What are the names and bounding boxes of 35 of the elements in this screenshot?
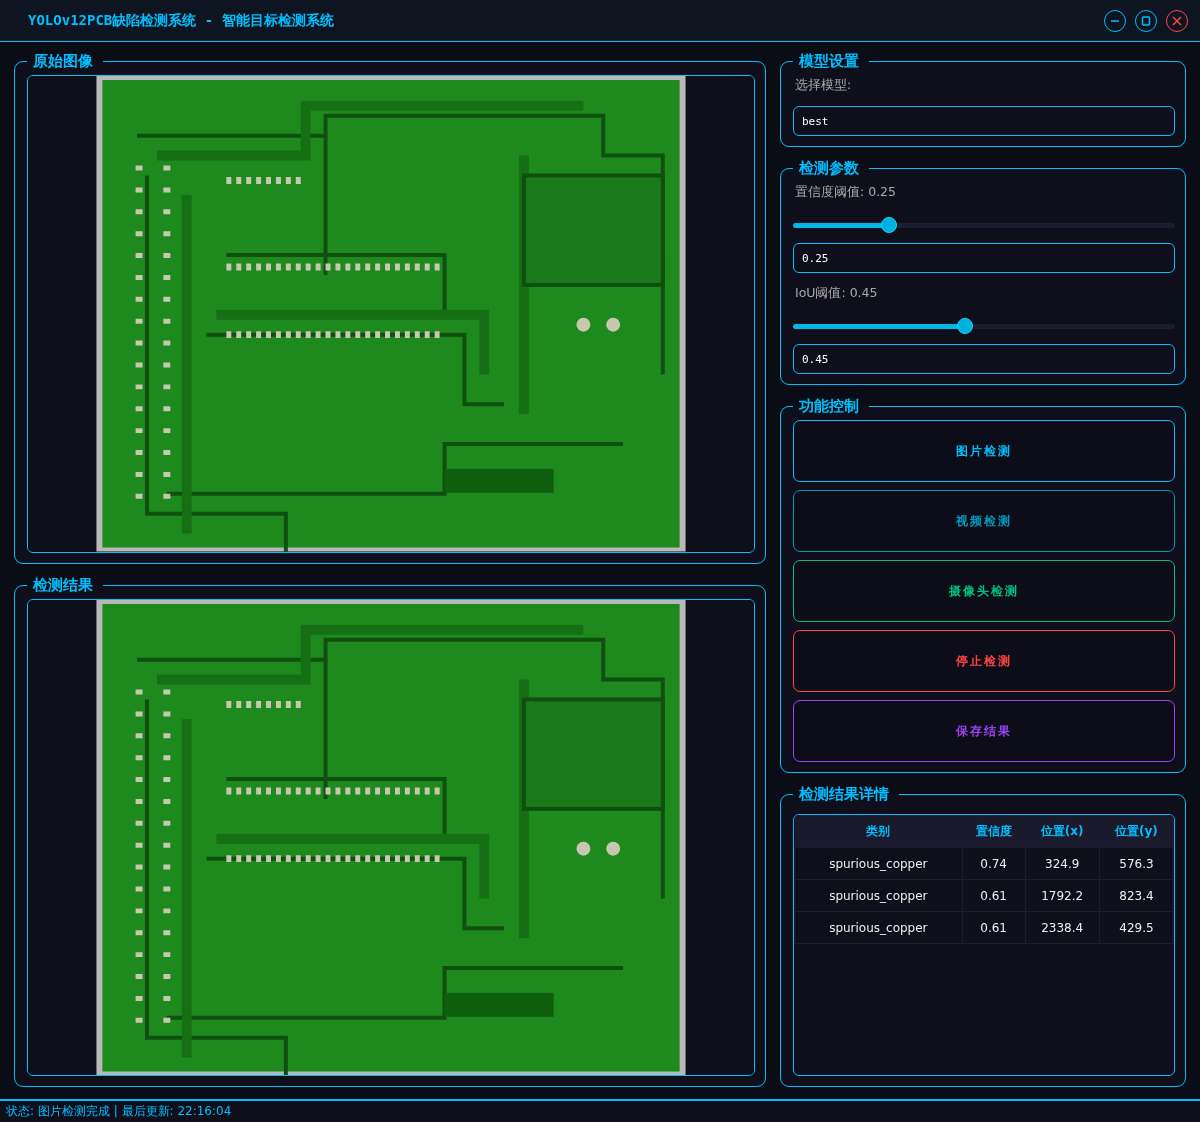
action-button[interactable]: 图片检测 xyxy=(793,420,1175,482)
table-cell: 0.74 xyxy=(962,847,1025,880)
panel-title: 模型设置 xyxy=(797,52,860,71)
column-header[interactable]: 位置(x) xyxy=(1025,815,1100,848)
value-field[interactable]: 0.25 xyxy=(793,243,1175,273)
table-cell: 0.61 xyxy=(962,911,1025,944)
column-header[interactable]: 位置(y) xyxy=(1099,815,1174,848)
status-bar: 状态: 图片检测完成 | 最后更新: 22:16:04 xyxy=(0,1099,1200,1122)
table-cell: spurious_copper xyxy=(794,847,963,880)
panel-title: 检测参数 xyxy=(797,159,860,178)
field-label: 选择模型: xyxy=(795,77,853,94)
table-cell: 823.4 xyxy=(1099,879,1174,912)
table-cell: spurious_copper xyxy=(794,911,963,944)
column-header[interactable]: 类别 xyxy=(794,815,963,848)
table-cell: 1792.2 xyxy=(1025,879,1100,912)
panel-title: 检测结果详情 xyxy=(797,785,890,804)
panel-title: 功能控制 xyxy=(798,397,860,416)
table-cell: spurious_copper xyxy=(794,879,963,912)
window-title: YOLOv12PCB缺陷检测系统 - 智能目标检测系统 xyxy=(28,11,335,30)
column-header[interactable]: 置信度 xyxy=(962,815,1025,848)
table-cell: 429.5 xyxy=(1099,911,1174,944)
action-button[interactable]: 摄像头检测 xyxy=(793,560,1175,622)
model-field[interactable]: best xyxy=(793,106,1175,136)
panel-title: 检测结果 xyxy=(31,575,94,595)
table-cell: 576.3 xyxy=(1099,847,1174,880)
action-button[interactable]: 保存结果 xyxy=(793,700,1175,762)
table-cell: 324.9 xyxy=(1025,847,1100,880)
panel-title: 原始图像 xyxy=(32,52,94,71)
table-cell: 2338.4 xyxy=(1025,911,1100,944)
action-button[interactable]: 视频检测 xyxy=(793,490,1175,552)
table-cell: 0.61 xyxy=(962,879,1025,912)
action-button[interactable]: 停止检测 xyxy=(793,630,1175,692)
slider-label: IoU阈值: 0.45 xyxy=(795,285,879,302)
slider-label: 置信度阈值: 0.25 xyxy=(795,184,898,201)
value-field[interactable]: 0.45 xyxy=(793,344,1175,374)
